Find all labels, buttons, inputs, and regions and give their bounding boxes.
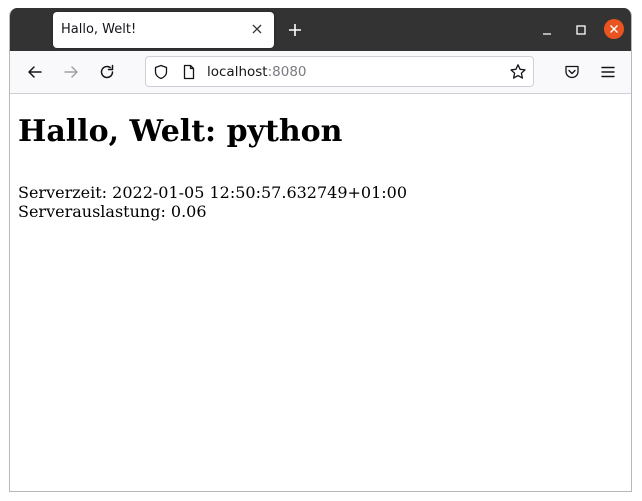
arrow-right-icon[interactable] xyxy=(61,62,81,82)
star-icon[interactable] xyxy=(509,63,527,81)
browser-window: Hallo, Welt! localhost:8080 Hallo, Welt:… xyxy=(9,8,632,492)
tab-strip: Hallo, Welt! xyxy=(10,8,631,51)
url-port: :8080 xyxy=(267,64,307,80)
server-time-text: Serverzeit: 2022-01-05 12:50:57.632749+0… xyxy=(18,183,408,202)
navigation-toolbar: localhost:8080 xyxy=(10,51,631,94)
reload-icon[interactable] xyxy=(97,62,117,82)
url-text[interactable]: localhost:8080 xyxy=(207,64,307,80)
url-bar[interactable]: localhost:8080 xyxy=(145,56,534,87)
close-window-icon[interactable] xyxy=(604,19,624,39)
arrow-left-icon[interactable] xyxy=(25,62,45,82)
url-host: localhost xyxy=(207,64,268,80)
page-icon[interactable] xyxy=(181,64,197,80)
server-load-text: Serverauslastung: 0.06 xyxy=(18,202,207,221)
tab-title: Hallo, Welt! xyxy=(61,22,137,37)
shield-icon[interactable] xyxy=(153,64,169,80)
page-heading: Hallo, Welt: python xyxy=(18,114,343,149)
page-content: Hallo, Welt: python Serverzeit: 2022-01-… xyxy=(10,94,631,491)
close-icon[interactable] xyxy=(248,20,266,38)
hamburger-menu-icon[interactable] xyxy=(599,63,617,81)
plus-icon[interactable] xyxy=(285,20,305,40)
tab-active[interactable]: Hallo, Welt! xyxy=(53,12,274,48)
pocket-icon[interactable] xyxy=(563,63,581,81)
maximize-icon[interactable] xyxy=(571,20,591,40)
minimize-icon[interactable] xyxy=(537,20,557,40)
